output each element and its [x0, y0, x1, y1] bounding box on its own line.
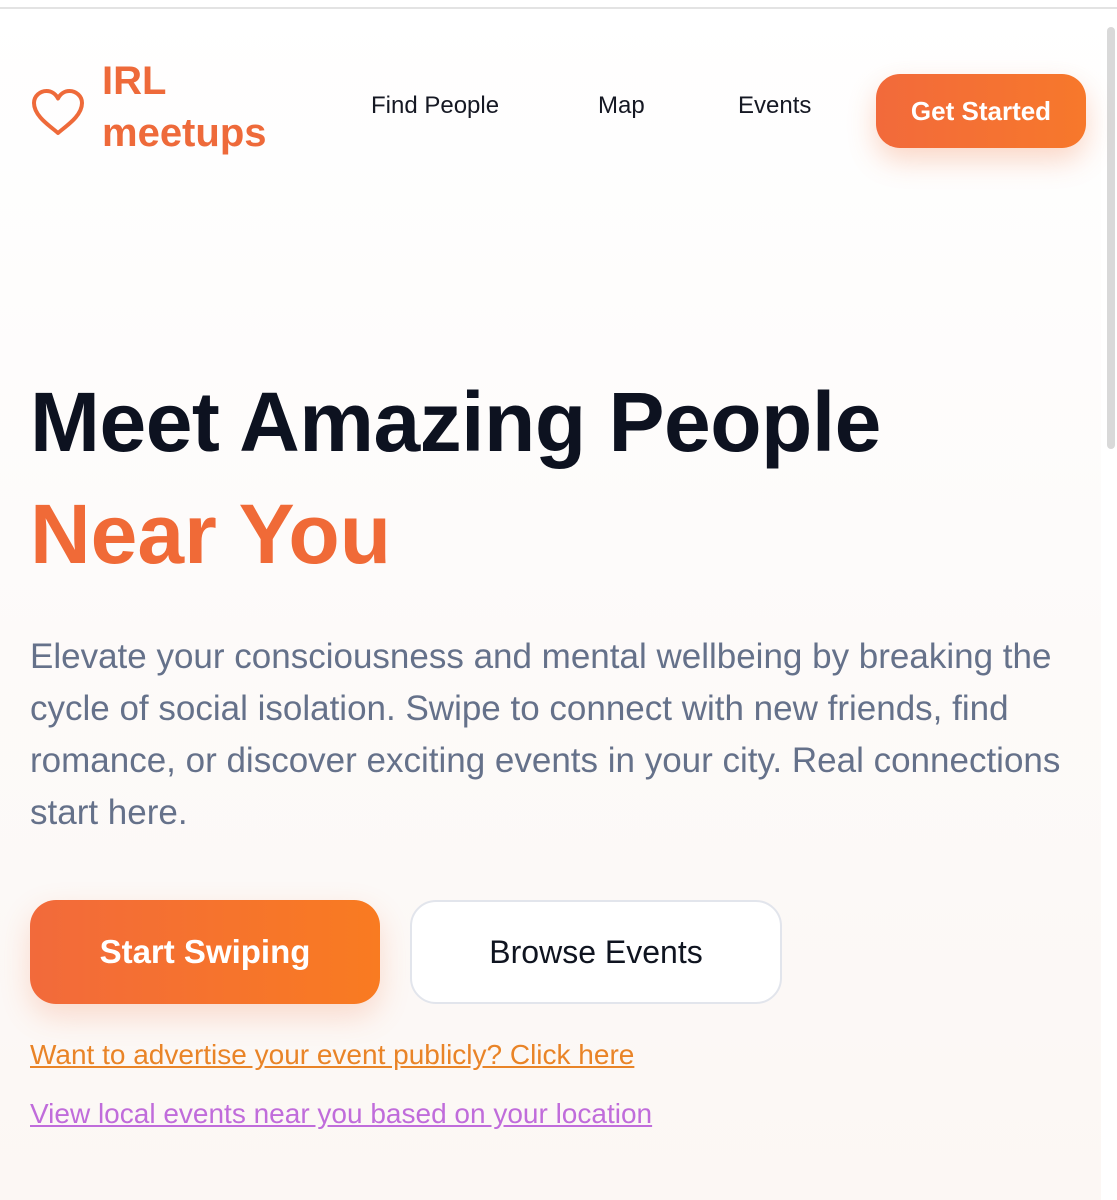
hero-title-accent: Near You	[30, 487, 392, 581]
heart-icon	[32, 89, 84, 135]
get-started-button[interactable]: Get Started	[876, 74, 1086, 148]
hero-title: Meet Amazing People	[30, 375, 881, 469]
brand-logo[interactable]: IRL meetups	[30, 55, 267, 159]
nav-events[interactable]: Events	[738, 92, 811, 120]
start-swiping-button[interactable]: Start Swiping	[30, 900, 380, 1004]
brand-name-line2: meetups	[102, 111, 267, 155]
local-events-link[interactable]: View local events near you based on your…	[30, 1098, 652, 1130]
nav-find-people[interactable]: Find People	[371, 92, 499, 120]
scrollbar-thumb[interactable]	[1107, 27, 1115, 449]
scrollbar[interactable]	[1101, 9, 1117, 1200]
nav-map[interactable]: Map	[598, 92, 645, 120]
hero-description: Elevate your consciousness and mental we…	[30, 637, 1061, 832]
brand-name-line1: IRL	[102, 59, 167, 103]
brand-name: IRL meetups	[102, 55, 267, 159]
browse-events-button[interactable]: Browse Events	[410, 900, 782, 1004]
top-border	[0, 7, 1117, 9]
advertise-event-link[interactable]: Want to advertise your event publicly? C…	[30, 1039, 634, 1071]
